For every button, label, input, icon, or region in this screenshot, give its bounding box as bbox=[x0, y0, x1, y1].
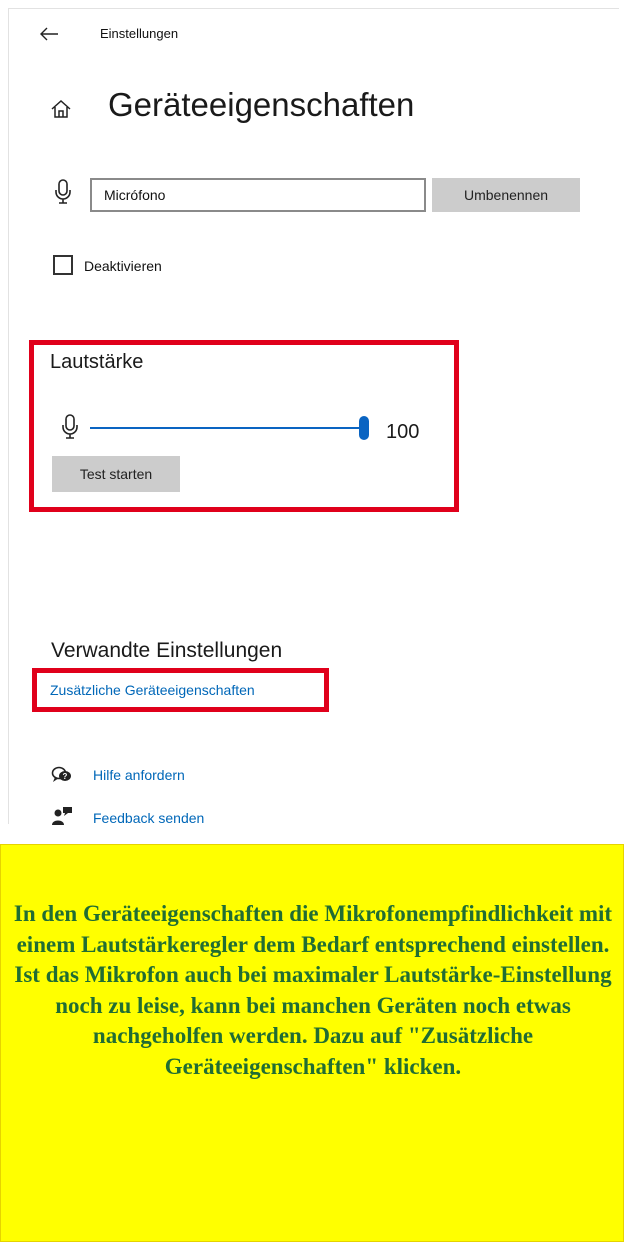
volume-value: 100 bbox=[386, 421, 420, 443]
microphone-icon bbox=[55, 179, 71, 204]
deactivate-checkbox[interactable] bbox=[53, 255, 73, 275]
instruction-note-box: In den Geräteeigenschaften die Mikrofone… bbox=[0, 844, 624, 1242]
feedback-icon bbox=[52, 807, 72, 825]
rename-button[interactable]: Umbenennen bbox=[432, 178, 580, 212]
send-feedback-link[interactable]: Feedback senden bbox=[93, 810, 204, 826]
volume-slider-track[interactable] bbox=[90, 427, 364, 429]
get-help-link[interactable]: Hilfe anfordern bbox=[93, 767, 185, 783]
start-test-button[interactable]: Test starten bbox=[52, 456, 180, 492]
instruction-note-text: In den Geräteeigenschaften die Mikrofone… bbox=[13, 901, 613, 1079]
device-name-input[interactable] bbox=[90, 178, 426, 212]
help-chat-icon: ? bbox=[51, 766, 71, 782]
home-icon bbox=[51, 99, 71, 118]
app-title: Einstellungen bbox=[100, 26, 179, 41]
volume-slider-thumb[interactable] bbox=[359, 416, 369, 440]
arrow-left-icon bbox=[40, 27, 58, 41]
svg-text:?: ? bbox=[63, 772, 68, 781]
additional-device-properties-link[interactable]: Zusätzliche Geräteeigenschaften bbox=[50, 682, 255, 698]
volume-heading: Lautstärke bbox=[50, 351, 144, 373]
page-title: Geräteeigenschaften bbox=[108, 86, 415, 123]
related-settings-heading: Verwandte Einstellungen bbox=[51, 639, 283, 662]
back-button[interactable] bbox=[38, 24, 60, 44]
volume-microphone-icon bbox=[62, 414, 78, 439]
deactivate-label: Deaktivieren bbox=[84, 258, 162, 274]
